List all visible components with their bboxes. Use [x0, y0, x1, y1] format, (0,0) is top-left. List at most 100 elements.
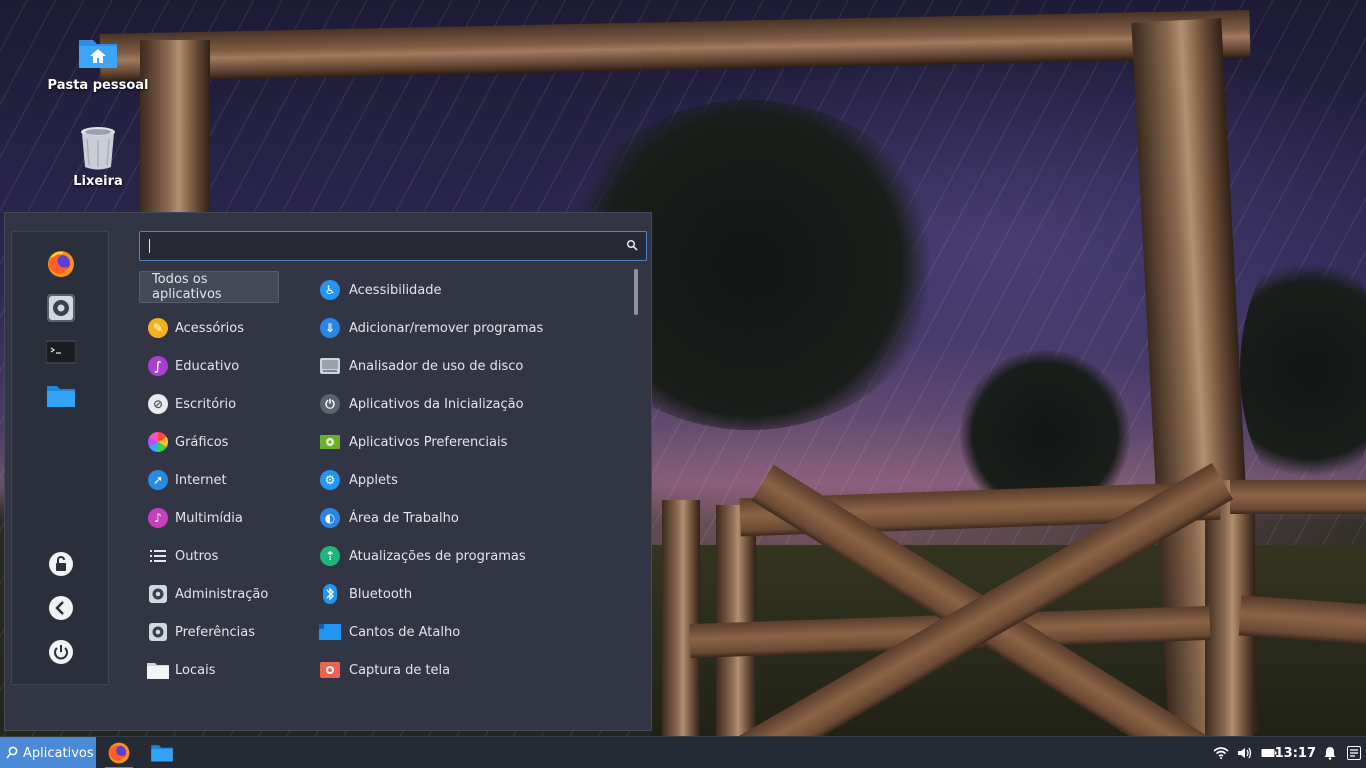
category-list: Todos os aplicativos ✎ Acessórios ∫ Educ…	[139, 271, 279, 689]
startup-power-icon: ⏻	[319, 393, 341, 415]
taskbar-files[interactable]	[142, 737, 182, 768]
app-disk-usage-analyzer[interactable]: Analisador de uso de disco	[315, 347, 625, 385]
favorite-terminal[interactable]	[45, 336, 77, 368]
notifications-tray-button[interactable]	[1320, 737, 1340, 768]
favorite-files[interactable]	[45, 380, 77, 412]
firefox-icon	[108, 742, 130, 764]
category-label: Preferências	[175, 624, 256, 640]
category-office[interactable]: ⊘ Escritório	[139, 385, 279, 423]
app-list-scrollbar[interactable]	[634, 269, 638, 315]
category-multimedia[interactable]: ♪ Multimídia	[139, 499, 279, 537]
category-label: Internet	[175, 472, 227, 488]
applets-gear-icon: ⚙	[319, 469, 341, 491]
category-administration[interactable]: Administração	[139, 575, 279, 613]
app-label: Applets	[349, 472, 398, 488]
taskbar-clock[interactable]: 13:17	[1275, 737, 1316, 768]
taskbar-firefox[interactable]	[99, 737, 139, 768]
taskbar: Aplicativos 13:17	[0, 736, 1366, 768]
favorite-firefox[interactable]	[45, 248, 77, 280]
category-label: Escritório	[175, 396, 237, 412]
category-label: Locais	[175, 662, 216, 678]
shutdown-button[interactable]	[45, 636, 77, 668]
category-internet[interactable]: ➚ Internet	[139, 461, 279, 499]
category-label: Outros	[175, 548, 219, 564]
disk-usage-icon	[319, 355, 341, 377]
education-icon: ∫	[147, 355, 169, 377]
application-menu: Todos os aplicativos ✎ Acessórios ∫ Educ…	[4, 212, 652, 731]
app-hot-corners[interactable]: Cantos de Atalho	[315, 613, 625, 651]
app-label: Bluetooth	[349, 586, 413, 602]
volume-icon	[1238, 747, 1252, 759]
lock-screen-button[interactable]	[45, 548, 77, 580]
app-bluetooth[interactable]: Bluetooth	[315, 575, 625, 613]
app-label: Adicionar/remover programas	[349, 320, 544, 336]
menu-sidebar	[11, 231, 109, 685]
app-label: Área de Trabalho	[349, 510, 459, 526]
preferences-icon	[147, 621, 169, 643]
files-icon	[47, 386, 75, 407]
start-button-label: Aplicativos	[23, 745, 94, 761]
menu-search-box[interactable]	[139, 231, 647, 261]
applications-menu-button[interactable]: Aplicativos	[0, 737, 96, 768]
graphics-icon	[147, 431, 169, 453]
app-screenshot[interactable]: Captura de tela	[315, 651, 625, 689]
category-preferences[interactable]: Preferências	[139, 613, 279, 651]
bluetooth-icon	[319, 583, 341, 605]
administration-icon	[147, 583, 169, 605]
app-label: Acessibilidade	[349, 282, 442, 298]
home-folder-icon	[43, 30, 153, 74]
system-settings-icon	[47, 294, 75, 322]
text-cursor	[149, 239, 150, 253]
category-other[interactable]: Outros	[139, 537, 279, 575]
category-label: Administração	[175, 586, 269, 602]
category-places[interactable]: Locais	[139, 651, 279, 689]
files-icon	[151, 745, 173, 762]
app-desktop[interactable]: ◐ Área de Trabalho	[315, 499, 625, 537]
app-software-updates[interactable]: ⇡ Atualizações de programas	[315, 537, 625, 575]
accessibility-icon: ♿	[319, 279, 341, 301]
desktop-settings-icon: ◐	[319, 507, 341, 529]
multimedia-icon: ♪	[147, 507, 169, 529]
application-list: ♿ Acessibilidade ⇓ Adicionar/remover pro…	[315, 271, 625, 689]
app-label: Atualizações de programas	[349, 548, 526, 564]
app-label: Aplicativos Preferenciais	[349, 434, 508, 450]
category-education[interactable]: ∫ Educativo	[139, 347, 279, 385]
app-preferred-applications[interactable]: Aplicativos Preferenciais	[315, 423, 625, 461]
software-update-icon: ⇡	[319, 545, 341, 567]
bell-icon	[1324, 747, 1336, 760]
search-icon	[626, 239, 638, 251]
app-startup-applications[interactable]: ⏻ Aplicativos da Inicialização	[315, 385, 625, 423]
search-input[interactable]	[140, 232, 620, 260]
app-add-remove-programs[interactable]: ⇓ Adicionar/remover programas	[315, 309, 625, 347]
app-label: Cantos de Atalho	[349, 624, 461, 640]
logout-button[interactable]	[45, 592, 77, 624]
volume-tray-button[interactable]	[1234, 737, 1256, 768]
app-applets[interactable]: ⚙ Applets	[315, 461, 625, 499]
category-label: Todos os aplicativos	[152, 272, 222, 302]
app-accessibility[interactable]: ♿ Acessibilidade	[315, 271, 625, 309]
category-label: Educativo	[175, 358, 240, 374]
app-label: Captura de tela	[349, 662, 451, 678]
favorite-system-settings[interactable]	[45, 292, 77, 324]
hot-corners-icon	[319, 621, 341, 643]
wallpaper-post	[662, 500, 700, 736]
category-label: Gráficos	[175, 434, 229, 450]
category-accessories[interactable]: ✎ Acessórios	[139, 309, 279, 347]
trash-icon	[43, 126, 153, 170]
wallpaper-post	[716, 505, 756, 736]
category-graphics[interactable]: Gráficos	[139, 423, 279, 461]
firefox-icon	[48, 251, 74, 277]
network-tray-button[interactable]	[1210, 737, 1232, 768]
places-folder-icon	[147, 659, 169, 681]
search-icon	[6, 746, 18, 759]
workspace-tray-button[interactable]	[1344, 737, 1364, 768]
office-icon: ⊘	[147, 393, 169, 415]
desktop-icon-home[interactable]: Pasta pessoal	[43, 30, 153, 93]
desktop-icon-trash[interactable]: Lixeira	[43, 126, 153, 189]
internet-icon: ➚	[147, 469, 169, 491]
category-all-apps[interactable]: Todos os aplicativos	[139, 271, 279, 303]
desktop-icon-label: Pasta pessoal	[47, 78, 149, 93]
wallpaper-rail	[1230, 480, 1366, 514]
category-label: Acessórios	[175, 320, 244, 336]
desktop-icon-label: Lixeira	[73, 174, 123, 189]
